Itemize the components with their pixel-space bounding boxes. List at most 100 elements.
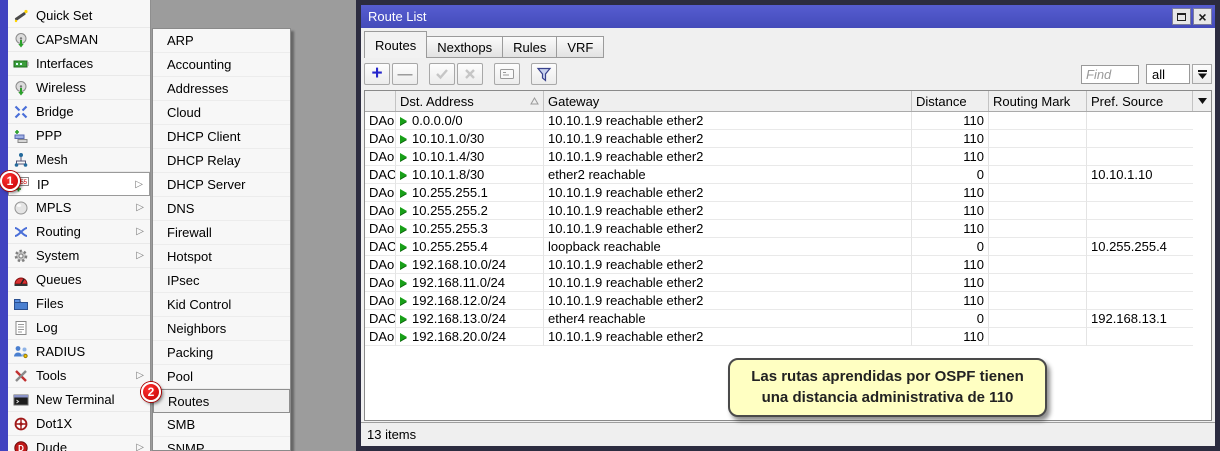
comment-button[interactable]: [494, 63, 520, 85]
gear-icon: [12, 248, 30, 264]
submenu-item-kid-control[interactable]: Kid Control: [153, 293, 290, 317]
table-row[interactable]: DAo 192.168.10.0/24 10.10.1.9 reachable …: [365, 256, 1211, 274]
route-active-icon: [400, 243, 407, 251]
route-active-icon: [400, 279, 407, 287]
table-row[interactable]: DAC 10.255.255.4 loopback reachable 0 10…: [365, 238, 1211, 256]
submenu-item-packing[interactable]: Packing: [153, 341, 290, 365]
sidebar-item-routing[interactable]: Routing ▷: [8, 220, 150, 244]
sidebar-item-quick-set[interactable]: Quick Set ▷: [8, 4, 150, 28]
sidebar-item-dude[interactable]: D Dude ▷: [8, 436, 150, 451]
sidebar-item-label: Dot1X: [36, 416, 136, 431]
sidebar-item-mpls[interactable]: MPLS ▷: [8, 196, 150, 220]
submenu-item-neighbors[interactable]: Neighbors: [153, 317, 290, 341]
table-row[interactable]: DAo 10.255.255.2 10.10.1.9 reachable eth…: [365, 202, 1211, 220]
remove-button[interactable]: —: [392, 63, 418, 85]
submenu-item-dns[interactable]: DNS: [153, 197, 290, 221]
submenu-item-arp[interactable]: ARP: [153, 29, 290, 53]
submenu-item-dhcp-server[interactable]: DHCP Server: [153, 173, 290, 197]
submenu-item-label: Kid Control: [167, 297, 231, 312]
submenu-item-label: Routes: [168, 394, 209, 409]
column-selector-button[interactable]: [1193, 91, 1211, 111]
column-header-dst-address[interactable]: Dst. Address: [396, 91, 544, 111]
submenu-item-hotspot[interactable]: Hotspot: [153, 245, 290, 269]
submenu-item-dhcp-relay[interactable]: DHCP Relay: [153, 149, 290, 173]
sidebar-item-dot1x[interactable]: Dot1X ▷: [8, 412, 150, 436]
mesh-icon: [12, 152, 30, 168]
add-button[interactable]: +: [364, 63, 390, 85]
queues-icon: [12, 272, 30, 288]
sidebar-item-wireless[interactable]: Wireless ▷: [8, 76, 150, 100]
sidebar-item-interfaces[interactable]: Interfaces ▷: [8, 52, 150, 76]
ip-submenu: ARP Accounting Addresses Cloud DHCP Clie…: [152, 28, 291, 451]
route-active-icon: [400, 297, 407, 305]
table-row[interactable]: DAo 10.10.1.0/30 10.10.1.9 reachable eth…: [365, 130, 1211, 148]
submenu-item-accounting[interactable]: Accounting: [153, 53, 290, 77]
disable-button[interactable]: [457, 63, 483, 85]
table-row[interactable]: DAC 10.10.1.8/30 ether2 reachable 0 10.1…: [365, 166, 1211, 184]
submenu-item-firewall[interactable]: Firewall: [153, 221, 290, 245]
column-header-routing-mark[interactable]: Routing Mark: [989, 91, 1087, 111]
submenu-item-routes[interactable]: Routes: [153, 389, 290, 413]
dropdown-arrow-icon: [1198, 70, 1207, 79]
table-row[interactable]: DAo 0.0.0.0/0 10.10.1.9 reachable ether2…: [365, 112, 1211, 130]
column-header-gateway[interactable]: Gateway: [544, 91, 912, 111]
table-row[interactable]: DAo 10.10.1.4/30 10.10.1.9 reachable eth…: [365, 148, 1211, 166]
sidebar-item-radius[interactable]: RADIUS ▷: [8, 340, 150, 364]
sidebar-item-label: Queues: [36, 272, 136, 287]
submenu-item-addresses[interactable]: Addresses: [153, 77, 290, 101]
sidebar-item-ip[interactable]: 255 IP ▷: [8, 172, 150, 196]
sidebar-item-ppp[interactable]: PPP ▷: [8, 124, 150, 148]
check-icon: [435, 68, 449, 80]
sidebar-item-capsman[interactable]: CAPsMAN ▷: [8, 28, 150, 52]
submenu-item-cloud[interactable]: Cloud: [153, 101, 290, 125]
submenu-item-snmp[interactable]: SNMP: [153, 437, 290, 451]
column-header-distance[interactable]: Distance: [912, 91, 989, 111]
sidebar-item-bridge[interactable]: Bridge ▷: [8, 100, 150, 124]
submenu-arrow-icon: ▷: [136, 442, 144, 451]
submenu-item-pool[interactable]: Pool: [153, 365, 290, 389]
sidebar-item-queues[interactable]: Queues ▷: [8, 268, 150, 292]
sidebar-item-mesh[interactable]: Mesh ▷: [8, 148, 150, 172]
submenu-item-label: DHCP Client: [167, 129, 240, 144]
submenu-item-ipsec[interactable]: IPsec: [153, 269, 290, 293]
maximize-button[interactable]: [1172, 8, 1191, 25]
sidebar-item-new-terminal[interactable]: New Terminal ▷: [8, 388, 150, 412]
sidebar-item-tools[interactable]: Tools ▷: [8, 364, 150, 388]
submenu-item-label: Accounting: [167, 57, 231, 72]
table-row[interactable]: DAo 10.255.255.3 10.10.1.9 reachable eth…: [365, 220, 1211, 238]
route-active-icon: [400, 153, 407, 161]
tab-vrf[interactable]: VRF: [557, 36, 604, 58]
sidebar-item-log[interactable]: Log ▷: [8, 316, 150, 340]
sidebar-item-label: System: [36, 248, 136, 263]
table-row[interactable]: DAo 192.168.11.0/24 10.10.1.9 reachable …: [365, 274, 1211, 292]
step-marker-1: 1: [0, 171, 20, 191]
window-titlebar[interactable]: Route List ×: [361, 5, 1215, 28]
table-row[interactable]: DAC 192.168.13.0/24 ether4 reachable 0 1…: [365, 310, 1211, 328]
column-header-flags[interactable]: [365, 91, 396, 111]
tab-nexthops[interactable]: Nexthops: [427, 36, 503, 58]
filter-button[interactable]: [531, 63, 557, 85]
bridge-icon: [12, 104, 30, 120]
sidebar-item-files[interactable]: Files ▷: [8, 292, 150, 316]
sidebar-item-label: CAPsMAN: [36, 32, 136, 47]
submenu-item-dhcp-client[interactable]: DHCP Client: [153, 125, 290, 149]
folder-icon: [12, 296, 30, 312]
route-filter-dropdown[interactable]: all: [1146, 64, 1190, 84]
tab-routes[interactable]: Routes: [364, 31, 427, 58]
wireless-icon: [12, 80, 30, 96]
submenu-item-smb[interactable]: SMB: [153, 413, 290, 437]
annotation-callout: Las rutas aprendidas por OSPF tienen una…: [728, 358, 1047, 417]
column-header-pref-source[interactable]: Pref. Source: [1087, 91, 1193, 111]
tab-rules[interactable]: Rules: [503, 36, 557, 58]
close-button[interactable]: ×: [1193, 8, 1212, 25]
find-input[interactable]: [1081, 65, 1139, 84]
dropdown-arrow-button[interactable]: [1192, 64, 1212, 84]
route-active-icon: [400, 117, 407, 125]
table-row[interactable]: DAo 192.168.12.0/24 10.10.1.9 reachable …: [365, 292, 1211, 310]
table-row[interactable]: DAo 192.168.20.0/24 10.10.1.9 reachable …: [365, 328, 1211, 346]
sidebar-item-system[interactable]: System ▷: [8, 244, 150, 268]
enable-button[interactable]: [429, 63, 455, 85]
submenu-item-label: Hotspot: [167, 249, 212, 264]
table-row[interactable]: DAo 10.255.255.1 10.10.1.9 reachable eth…: [365, 184, 1211, 202]
route-active-icon: [400, 261, 407, 269]
